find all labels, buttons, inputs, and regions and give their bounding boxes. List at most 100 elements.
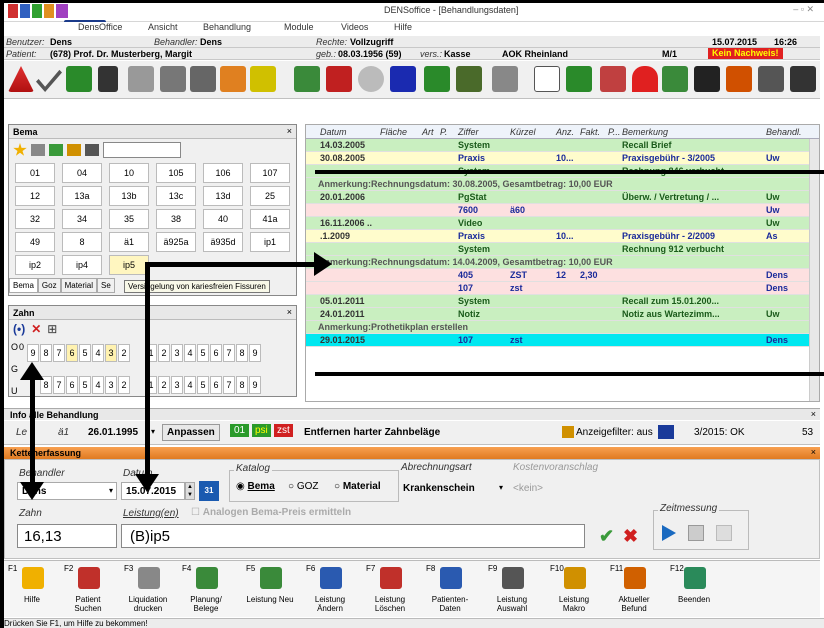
- menu-ansicht[interactable]: Ansicht: [148, 22, 178, 32]
- tooth-button[interactable]: 4: [92, 344, 104, 362]
- table-row[interactable]: 16.11.2006 .. Video Uw: [306, 217, 819, 230]
- fkey-button[interactable]: F1 Hilfe: [6, 563, 58, 615]
- split-icon[interactable]: ⊞: [47, 322, 57, 336]
- bema-button[interactable]: 13a: [62, 186, 102, 206]
- info-behandlung-close[interactable]: ×: [811, 409, 816, 419]
- tooth-button[interactable]: 2: [118, 344, 130, 362]
- tab-se[interactable]: Se: [97, 277, 115, 293]
- menu-densoffice[interactable]: DensOffice: [78, 22, 122, 32]
- confirm-check-icon[interactable]: ✔: [599, 526, 614, 547]
- star-icon[interactable]: [13, 143, 27, 156]
- table-row[interactable]: Anmerkung:Rechnungsdatum: 30.08.2005, Ge…: [306, 178, 819, 191]
- zst-badge[interactable]: zst: [274, 424, 293, 437]
- tooth-button[interactable]: 7: [53, 344, 65, 362]
- col-ziffer[interactable]: Ziffer: [458, 127, 479, 137]
- table-row[interactable]: System Rechnung 912 verbucht: [306, 243, 819, 256]
- bema-button[interactable]: 10: [109, 163, 149, 183]
- magnet-icon[interactable]: [632, 66, 658, 92]
- tab-material[interactable]: Material: [60, 277, 98, 293]
- tooth-button[interactable]: 3: [105, 344, 117, 362]
- bema-button[interactable]: ip5: [109, 255, 149, 275]
- table-row[interactable]: .1.2009 Praxis 10... Praxisgebühr - 2/2009 A…: [306, 230, 819, 243]
- bema-button[interactable]: 13b: [109, 186, 149, 206]
- tooth-button[interactable]: 4: [184, 344, 196, 362]
- tooth-button[interactable]: 7: [223, 376, 235, 394]
- table-row[interactable]: 107 zst Dens: [306, 282, 819, 295]
- abrechnung-select[interactable]: Krankenschein ▾: [401, 480, 503, 498]
- zahn-input[interactable]: 16,13: [17, 524, 117, 548]
- puzzle-icon[interactable]: [294, 66, 320, 92]
- zahn-close-button[interactable]: ×: [287, 307, 292, 317]
- window-controls[interactable]: ‒ ▫ ✕: [793, 4, 814, 15]
- calendar-check-icon[interactable]: [658, 425, 674, 439]
- bema-button[interactable]: 13c: [156, 186, 196, 206]
- table-row[interactable]: 30.08.2005 Praxis 10... Praxisgebühr - 3/20…: [306, 152, 819, 165]
- shield-icon[interactable]: [662, 66, 688, 92]
- fkey-button[interactable]: F12 Beenden: [668, 563, 720, 615]
- eraser-icon[interactable]: [31, 144, 45, 156]
- figures2-icon[interactable]: [790, 66, 816, 92]
- tooth-button[interactable]: 6: [66, 376, 78, 394]
- tooth-button[interactable]: 4: [184, 376, 196, 394]
- grid-scrollbar[interactable]: [809, 139, 819, 401]
- col-datum[interactable]: Datum: [320, 127, 347, 137]
- tooth-button[interactable]: 2: [118, 376, 130, 394]
- tab-goz[interactable]: Goz: [37, 277, 61, 293]
- bema-button[interactable]: 38: [156, 209, 196, 229]
- calendar-red-icon[interactable]: [600, 66, 626, 92]
- tooth-button[interactable]: 5: [79, 376, 91, 394]
- bema-close-button[interactable]: ×: [287, 126, 292, 136]
- tooth-button[interactable]: 5: [79, 344, 91, 362]
- tooth-button[interactable]: 8: [40, 344, 52, 362]
- col-p2[interactable]: P...: [608, 127, 620, 137]
- tooth-button[interactable]: 5: [197, 344, 209, 362]
- tooth-button[interactable]: 6: [66, 344, 78, 362]
- col-behandler[interactable]: Behandl.: [766, 127, 802, 137]
- bema-button[interactable]: 01: [15, 163, 55, 183]
- tooth-button[interactable]: 5: [197, 376, 209, 394]
- calendar-icon-31[interactable]: 31: [199, 481, 219, 501]
- tooth-button[interactable]: 6: [210, 376, 222, 394]
- fkey-button[interactable]: F11 Aktueller Befund: [608, 563, 660, 615]
- phone-icon[interactable]: [160, 66, 186, 92]
- table-row[interactable]: 29.01.2015 107 zst Dens: [306, 334, 819, 347]
- menu-module[interactable]: Module: [284, 22, 314, 32]
- book-icon[interactable]: [190, 66, 216, 92]
- fkey-button[interactable]: F6 Leistung Ändern: [304, 563, 356, 615]
- people-icon[interactable]: [66, 66, 92, 92]
- fkey-button[interactable]: F3 Liquidation drucken: [122, 563, 174, 615]
- cd-icon[interactable]: [358, 66, 384, 92]
- tooth-button[interactable]: 6: [210, 344, 222, 362]
- bema-button[interactable]: ä925a: [156, 232, 196, 252]
- stop-icon[interactable]: [688, 525, 704, 541]
- play-icon[interactable]: [662, 525, 676, 541]
- table-row[interactable]: 14.03.2005 System Recall Brief: [306, 139, 819, 152]
- menu-hilfe[interactable]: Hilfe: [394, 22, 412, 32]
- bema-button[interactable]: 34: [62, 209, 102, 229]
- col-flaeche[interactable]: Fläche: [380, 127, 407, 137]
- col-bemerkung[interactable]: Bemerkung: [622, 127, 668, 137]
- bema-button[interactable]: ip4: [62, 255, 102, 275]
- fkey-button[interactable]: F5 Leistung Neu: [244, 563, 296, 615]
- bema-button[interactable]: ip1: [250, 232, 290, 252]
- tooth-button[interactable]: 2: [158, 376, 170, 394]
- bema-button[interactable]: 12: [15, 186, 55, 206]
- table-row[interactable]: Anmerkung:Rechnungsdatum: 14.04.2009, Ge…: [306, 256, 819, 269]
- calendar-icon[interactable]: [326, 66, 352, 92]
- bell-icon[interactable]: [128, 66, 154, 92]
- fkey-button[interactable]: F10 Leistung Makro: [548, 563, 600, 615]
- bema-button[interactable]: 13d: [203, 186, 243, 206]
- table-row[interactable]: 20.01.2006 PgStat Überw. / Vertretung / ..…: [306, 191, 819, 204]
- table-row[interactable]: 7600 ä60 Uw: [306, 204, 819, 217]
- cartoon-icon[interactable]: [220, 66, 246, 92]
- menu-behandlung[interactable]: Behandlung: [203, 22, 251, 32]
- tooth-button[interactable]: 8: [236, 344, 248, 362]
- close-red-icon[interactable]: ✕: [31, 322, 41, 336]
- table-row[interactable]: 24.01.2011 Notiz Notiz aus Wartezimm... Uw: [306, 308, 819, 321]
- kv-value[interactable]: <kein>: [513, 483, 543, 494]
- fkey-button[interactable]: F4 Planung/ Belege: [180, 563, 232, 615]
- table-row[interactable]: 05.01.2011 System Recall zum 15.01.200...: [306, 295, 819, 308]
- col-fakt[interactable]: Fakt.: [580, 127, 600, 137]
- list-icon[interactable]: [98, 66, 118, 92]
- bema-button[interactable]: 105: [156, 163, 196, 183]
